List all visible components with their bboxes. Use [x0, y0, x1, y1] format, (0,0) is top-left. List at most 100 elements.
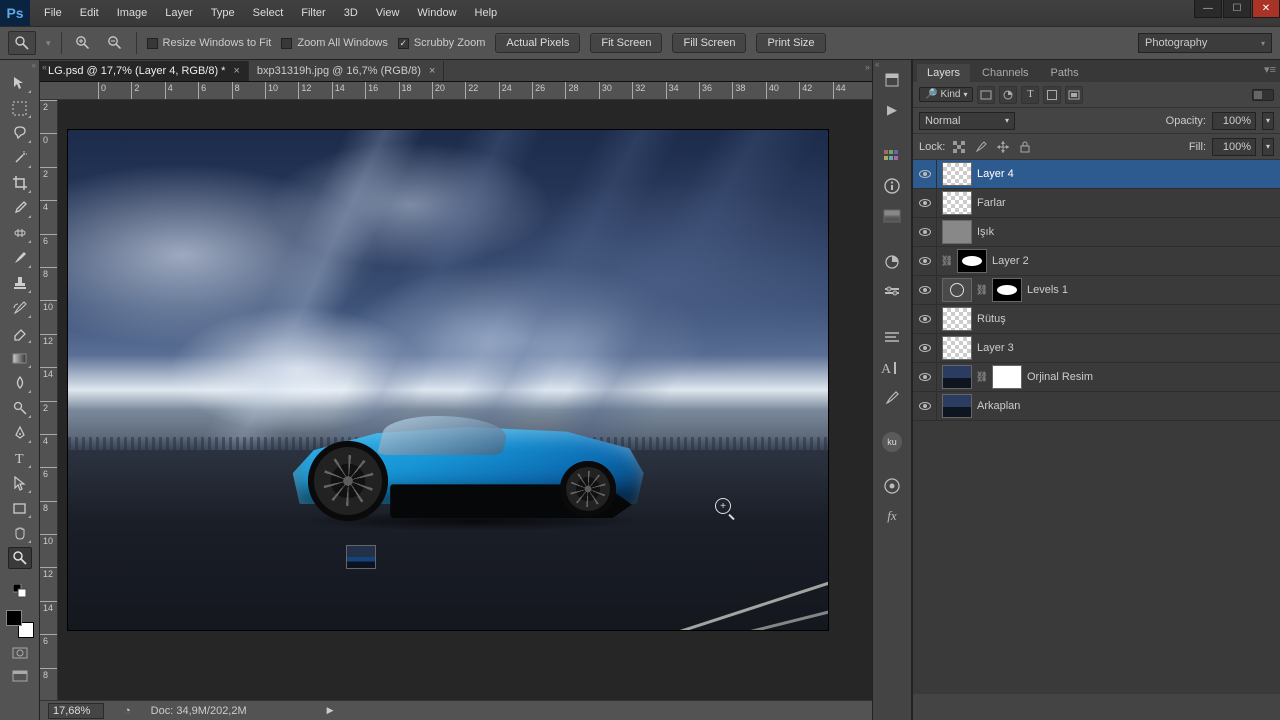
fill-screen-button[interactable]: Fill Screen [672, 33, 746, 53]
eyedropper-tool[interactable] [8, 197, 32, 219]
layer-name[interactable]: Arkaplan [977, 400, 1020, 412]
blur-tool[interactable] [8, 372, 32, 394]
marquee-tool[interactable] [8, 97, 32, 119]
swatches-panel-icon[interactable] [879, 144, 905, 168]
eraser-tool[interactable] [8, 322, 32, 344]
opacity-dropdown-icon[interactable]: ▾ [1262, 112, 1274, 130]
quick-mask-icon[interactable] [10, 645, 30, 661]
styles-panel-icon[interactable] [879, 280, 905, 304]
menu-image[interactable]: Image [109, 4, 156, 22]
visibility-toggle[interactable] [913, 392, 937, 420]
color-swatches[interactable] [6, 610, 34, 638]
current-tool-icon[interactable] [8, 31, 36, 55]
layer-name[interactable]: Rütuş [977, 313, 1006, 325]
layer-thumbnail[interactable] [942, 278, 972, 302]
lock-all-icon[interactable] [1017, 139, 1033, 155]
close-tab-icon[interactable]: × [429, 65, 435, 77]
lasso-tool[interactable] [8, 122, 32, 144]
info-panel-icon[interactable] [879, 174, 905, 198]
visibility-toggle[interactable] [913, 276, 937, 304]
layer-thumbnail[interactable] [957, 249, 987, 273]
zoom-field[interactable]: 17,68% [48, 703, 104, 719]
history-panel-icon[interactable] [879, 68, 905, 92]
menu-3d[interactable]: 3D [336, 4, 366, 22]
workspace-switcher[interactable]: Photography ▾ [1138, 33, 1272, 53]
maximize-button[interactable]: ☐ [1223, 0, 1251, 18]
layer-name[interactable]: Layer 4 [977, 168, 1014, 180]
history-brush-tool[interactable] [8, 297, 32, 319]
blend-mode-dropdown[interactable]: Normal ▾ [919, 112, 1015, 130]
menu-window[interactable]: Window [409, 4, 464, 22]
shape-tool[interactable] [8, 497, 32, 519]
menu-filter[interactable]: Filter [293, 4, 333, 22]
adjustments-panel-icon[interactable] [879, 250, 905, 274]
paths-tab[interactable]: Paths [1041, 64, 1089, 82]
layer-row[interactable]: Layer 4 [913, 160, 1280, 189]
visibility-toggle[interactable] [913, 189, 937, 217]
fill-field[interactable]: 100% [1212, 138, 1256, 156]
zoom-all-checkbox[interactable]: Zoom All Windows [281, 37, 387, 49]
layer-thumbnail[interactable] [942, 336, 972, 360]
visibility-toggle[interactable] [913, 218, 937, 246]
layer-name[interactable]: Orjinal Resim [1027, 371, 1093, 383]
zoom-in-icon[interactable] [72, 32, 94, 54]
visibility-toggle[interactable] [913, 160, 937, 188]
filter-shape-icon[interactable] [1043, 86, 1061, 104]
layer-thumbnail[interactable] [942, 220, 972, 244]
layer-thumbnail[interactable] [992, 365, 1022, 389]
color-panel-icon[interactable] [879, 204, 905, 228]
lock-pixels-icon[interactable] [973, 139, 989, 155]
expand-right-icon[interactable]: » [865, 62, 870, 72]
fx-panel-icon[interactable]: fx [879, 504, 905, 528]
gradient-tool[interactable] [8, 347, 32, 369]
menu-help[interactable]: Help [467, 4, 506, 22]
minimize-button[interactable]: — [1194, 0, 1222, 18]
menu-view[interactable]: View [368, 4, 408, 22]
type-tool[interactable]: T [8, 447, 32, 469]
dodge-tool[interactable] [8, 397, 32, 419]
character-panel-icon[interactable]: A [879, 356, 905, 380]
layer-row[interactable]: Arkaplan [913, 392, 1280, 421]
filter-type-icon[interactable]: T [1021, 86, 1039, 104]
move-tool[interactable] [8, 72, 32, 94]
paragraph-panel-icon[interactable] [879, 326, 905, 350]
visibility-toggle[interactable] [913, 247, 937, 275]
default-colors-icon[interactable] [10, 583, 30, 599]
crop-tool[interactable] [8, 172, 32, 194]
doc-tab-1[interactable]: LG.psd @ 17,7% (Layer 4, RGB/8) * × [40, 61, 249, 81]
fit-screen-button[interactable]: Fit Screen [590, 33, 662, 53]
layer-row[interactable]: ⛓Levels 1 [913, 276, 1280, 305]
menu-layer[interactable]: Layer [157, 4, 201, 22]
pen-tool[interactable] [8, 422, 32, 444]
actual-pixels-button[interactable]: Actual Pixels [495, 33, 580, 53]
toolbox-grip[interactable]: » [0, 60, 39, 70]
layer-thumbnail[interactable] [942, 191, 972, 215]
brush-tool[interactable] [8, 247, 32, 269]
panel-menu-icon[interactable]: ▾≡ [1264, 63, 1276, 76]
healing-tool[interactable] [8, 222, 32, 244]
fill-dropdown-icon[interactable]: ▾ [1262, 138, 1274, 156]
layer-name[interactable]: Layer 3 [977, 342, 1014, 354]
filter-smart-icon[interactable] [1065, 86, 1083, 104]
menu-type[interactable]: Type [203, 4, 243, 22]
layer-name[interactable]: Layer 2 [992, 255, 1029, 267]
canvas-viewport[interactable] [58, 100, 872, 700]
hand-tool[interactable] [8, 522, 32, 544]
filter-adjustment-icon[interactable] [999, 86, 1017, 104]
filter-kind-dropdown[interactable]: 🔎 Kind ▾ [919, 87, 973, 102]
resize-windows-checkbox[interactable]: Resize Windows to Fit [147, 37, 272, 49]
print-size-button[interactable]: Print Size [756, 33, 825, 53]
layer-thumbnail[interactable] [992, 278, 1022, 302]
navigator-panel-icon[interactable] [879, 474, 905, 498]
menu-edit[interactable]: Edit [72, 4, 107, 22]
status-flyout-icon[interactable]: ▶ [327, 705, 334, 716]
visibility-toggle[interactable] [913, 305, 937, 333]
expand-left-icon[interactable]: « [42, 62, 47, 72]
layer-row[interactable]: Rütuş [913, 305, 1280, 334]
brush-settings-panel-icon[interactable] [879, 386, 905, 410]
lock-transparency-icon[interactable] [951, 139, 967, 155]
menu-file[interactable]: File [36, 4, 70, 22]
status-preview-icon[interactable]: ◔ [124, 705, 131, 717]
layers-tab[interactable]: Layers [917, 64, 970, 82]
strip-grip[interactable]: « [875, 60, 879, 69]
